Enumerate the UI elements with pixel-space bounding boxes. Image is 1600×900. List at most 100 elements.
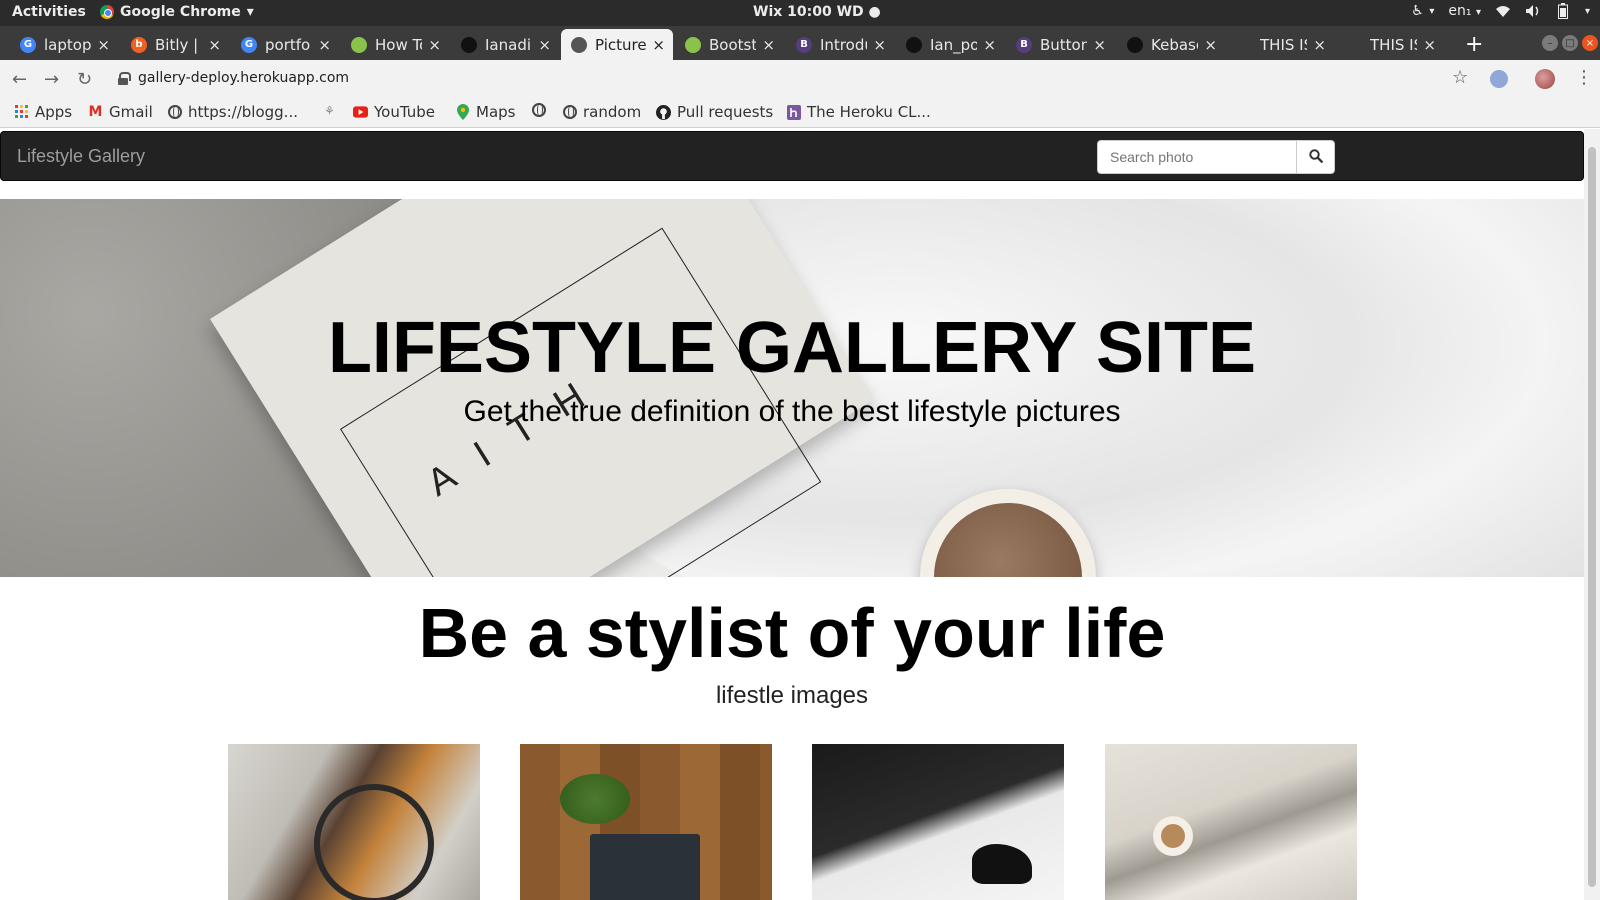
tab-close-icon[interactable]: × [208, 36, 221, 54]
browser-tab[interactable]: B Introdu × [786, 29, 894, 60]
tab-title: portfo [265, 35, 311, 54]
chevron-down-icon[interactable]: ▾ [1585, 6, 1590, 17]
tab-favicon-icon [1127, 36, 1143, 53]
bookmark-pull-requests[interactable]: Pull requests [656, 103, 773, 121]
app-menu-label: Google Chrome [120, 4, 241, 20]
minimize-button[interactable]: – [1542, 35, 1558, 51]
clock[interactable]: Wix 10:00 WD ● [753, 4, 881, 20]
bookmark-gmail[interactable]: M Gmail [88, 103, 153, 121]
tab-close-icon[interactable]: × [1423, 36, 1436, 54]
profile-avatar[interactable] [1535, 69, 1555, 89]
steering-wheel-shape [314, 784, 434, 900]
globe-icon [532, 103, 546, 117]
extension-icon[interactable] [1490, 70, 1508, 88]
volume-icon[interactable] [1525, 3, 1541, 19]
browser-tab[interactable]: Bootst × [675, 29, 783, 60]
tab-title: laptop [44, 35, 92, 54]
gmail-icon: M [88, 104, 103, 120]
reload-icon[interactable]: ↻ [77, 69, 92, 90]
section-subtitle: lifestle images [715, 682, 869, 709]
maximize-button[interactable]: □ [1562, 35, 1578, 51]
bookmarks-bar: Apps M Gmail https://blogg... ⚘ YouTube … [0, 98, 1600, 128]
bookmark-globe[interactable] [532, 103, 552, 117]
back-arrow-icon[interactable]: ← [12, 69, 27, 90]
bookmark-label: random [583, 103, 642, 121]
battery-icon[interactable] [1555, 3, 1571, 19]
bookmark-apps[interactable]: Apps [14, 103, 72, 121]
chevron-down-icon: ▾ [1475, 7, 1481, 18]
browser-tab[interactable]: B Button × [1006, 29, 1114, 60]
browser-tab[interactable]: Picture × [561, 29, 673, 60]
gallery-image-car[interactable] [228, 744, 480, 900]
bookmark-blogger[interactable]: https://blogg... [168, 103, 298, 121]
site-navbar: Lifestyle Gallery [0, 131, 1584, 181]
hero-title: LIFESTYLE GALLERY SITE [327, 308, 1257, 388]
forward-arrow-icon[interactable]: → [44, 69, 59, 90]
bookmark-label: https://blogg... [188, 103, 298, 121]
bookmark-palm[interactable]: ⚘ [322, 103, 343, 118]
close-window-button[interactable]: × [1582, 35, 1598, 51]
app-menu[interactable]: Google Chrome ▾ [100, 4, 254, 20]
browser-tab[interactable]: Gportfo × [231, 29, 339, 60]
new-tab-button[interactable]: + [1465, 32, 1483, 57]
tab-favicon-icon: G [241, 36, 257, 53]
tab-title: THIS IS [1260, 35, 1307, 54]
gallery-image-desk[interactable] [520, 744, 772, 900]
browser-tab[interactable]: THIS IS × [1226, 29, 1334, 60]
gallery-image-fashion[interactable] [812, 744, 1064, 900]
tab-close-icon[interactable]: × [97, 36, 110, 54]
clock-text: Wix 10:00 WD [753, 4, 864, 20]
tab-close-icon[interactable]: × [538, 36, 551, 54]
bookmark-random[interactable]: random [563, 103, 641, 121]
page-scrollbar[interactable] [1584, 129, 1600, 900]
maps-pin-icon [455, 104, 470, 120]
language-indicator[interactable]: en₁ ▾ [1448, 3, 1481, 19]
globe-icon [168, 105, 182, 119]
chevron-down-icon: ▾ [246, 4, 254, 20]
browser-tab[interactable]: How To × [341, 29, 449, 60]
tab-favicon-icon: B [796, 36, 812, 53]
tab-close-icon[interactable]: × [428, 36, 441, 54]
address-bar[interactable]: gallery-deploy.herokuapp.com [118, 70, 349, 86]
activities-button[interactable]: Activities [12, 4, 86, 20]
tab-close-icon[interactable]: × [1093, 36, 1106, 54]
bookmark-maps[interactable]: Maps [455, 103, 515, 121]
palm-icon: ⚘ [324, 103, 335, 118]
tab-close-icon[interactable]: × [1204, 36, 1217, 54]
tab-title: Button [1040, 35, 1088, 54]
tab-title: Bootst [709, 35, 757, 54]
chrome-menu-icon[interactable]: ⋮ [1575, 67, 1593, 88]
plant-shape [560, 774, 630, 824]
bookmark-youtube[interactable]: YouTube [353, 103, 435, 121]
accessibility-icon[interactable]: ♿ [1409, 3, 1425, 19]
tab-close-icon[interactable]: × [983, 36, 996, 54]
wifi-icon[interactable] [1495, 3, 1511, 19]
browser-tab[interactable]: THIS IS × [1336, 29, 1444, 60]
tab-close-icon[interactable]: × [652, 36, 665, 54]
tab-close-icon[interactable]: × [873, 36, 886, 54]
scrollbar-thumb[interactable] [1588, 147, 1596, 887]
browser-tab[interactable]: Kebaso × [1117, 29, 1225, 60]
browser-tab[interactable]: b Bitly | C × [121, 29, 229, 60]
tab-favicon-icon [1236, 36, 1252, 53]
gallery-image-reading[interactable] [1105, 744, 1357, 900]
search-button[interactable] [1296, 140, 1335, 174]
tab-favicon-icon [1346, 36, 1362, 53]
bookmark-label: Maps [476, 103, 516, 121]
browser-tab[interactable]: Ianadil × [451, 29, 559, 60]
tab-strip: Glaptop×bBitly | C×Gportfo×How To×Ianadi… [0, 26, 1600, 60]
bookmark-star-icon[interactable]: ☆ [1452, 67, 1468, 88]
bookmark-heroku[interactable]: The Heroku CL... [786, 103, 931, 121]
browser-tab[interactable]: Glaptop × [10, 29, 118, 60]
tab-title: Ianadil [485, 35, 533, 54]
search-icon [1308, 148, 1323, 167]
youtube-icon [353, 105, 368, 120]
tab-close-icon[interactable]: × [1313, 36, 1326, 54]
window-controls: – □ × [1542, 35, 1598, 51]
tab-close-icon[interactable]: × [318, 36, 331, 54]
browser-tab[interactable]: Ian_po × [896, 29, 1004, 60]
tab-favicon-icon [571, 36, 587, 53]
site-brand-link[interactable]: Lifestyle Gallery [17, 146, 145, 167]
search-photo-input[interactable] [1097, 140, 1297, 174]
tab-close-icon[interactable]: × [762, 36, 775, 54]
